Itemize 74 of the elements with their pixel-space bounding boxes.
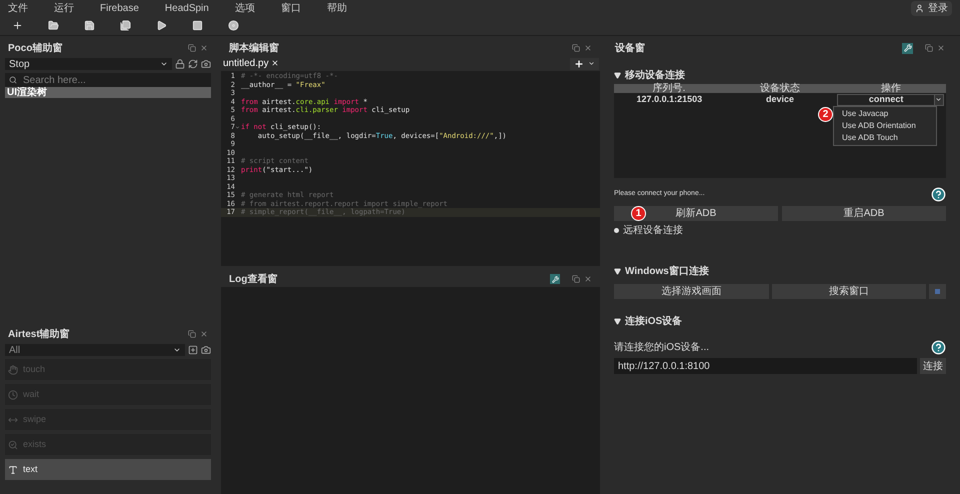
text-icon — [8, 464, 18, 474]
hand-icon — [8, 364, 18, 374]
float-icon[interactable] — [572, 44, 580, 52]
panel-title: Log查看窗 — [229, 272, 278, 286]
stop-icon[interactable] — [192, 20, 203, 31]
caret-icon — [588, 60, 595, 67]
section-title: 移动设备连接 — [625, 68, 685, 82]
caret-icon — [173, 346, 181, 354]
menu-item[interactable]: 窗口 — [280, 0, 301, 16]
collapse-icon[interactable] — [614, 268, 621, 274]
close-icon[interactable] — [270, 59, 279, 67]
lock-icon[interactable] — [175, 59, 185, 69]
help-icon[interactable] — [931, 340, 946, 354]
plus-icon — [574, 58, 584, 68]
login-button[interactable]: 登录 — [911, 0, 952, 16]
collapse-icon[interactable] — [614, 318, 621, 324]
menu-item[interactable]: 运行 — [54, 0, 74, 16]
panel-title: 脚本编辑窗 — [229, 42, 279, 56]
search-field[interactable]: Search here... — [5, 73, 211, 87]
menu-option[interactable]: Use ADB Touch — [834, 132, 936, 144]
connect-dropdown[interactable]: connect — [837, 94, 944, 106]
panel-title: Poco辅助窗 — [8, 42, 62, 56]
status-text: 请连接您的iOS设备... — [614, 340, 710, 354]
user-icon — [915, 4, 924, 12]
camera-icon[interactable] — [201, 59, 211, 69]
add-tab-button[interactable] — [570, 58, 599, 70]
caret-icon — [935, 96, 942, 104]
menu-item[interactable]: HeadSpin — [164, 0, 209, 16]
menu-item[interactable]: 选项 — [234, 0, 255, 16]
play-icon[interactable] — [156, 20, 167, 31]
floppy-icon[interactable] — [84, 20, 95, 31]
step-badge: 2 — [818, 107, 833, 122]
remote-connect-label[interactable]: 远程设备连接 — [623, 223, 683, 238]
refresh-icon[interactable] — [188, 59, 198, 69]
clock-icon — [8, 390, 18, 400]
add-image-icon[interactable] — [188, 345, 198, 355]
floppy-stack-icon[interactable] — [120, 20, 131, 31]
tools-icon[interactable] — [902, 42, 913, 54]
plus-icon[interactable] — [12, 20, 23, 31]
panel-title: Airtest辅助窗 — [8, 328, 70, 342]
section-title: Windows窗口连接 — [625, 264, 709, 278]
folder-icon[interactable] — [48, 20, 59, 31]
window-button[interactable]: 选择游戏画面 — [614, 284, 768, 299]
float-icon[interactable] — [925, 44, 933, 52]
menu-item[interactable]: Firebase — [100, 0, 139, 16]
menu-option[interactable]: Use ADB Orientation — [834, 120, 936, 132]
table-cell-text: device — [764, 93, 795, 106]
mode-dropdown[interactable]: Stop — [5, 58, 172, 70]
url-field[interactable]: http://127.0.0.1:8100 — [614, 358, 917, 374]
command-button[interactable]: text — [5, 459, 211, 480]
disc-icon[interactable] — [228, 20, 239, 31]
float-icon[interactable] — [188, 330, 196, 338]
menu-item[interactable]: 文件 — [8, 0, 28, 16]
tree-item[interactable]: UI渲染树 — [5, 87, 211, 98]
square-icon — [935, 289, 940, 294]
adb-button[interactable]: 重启ADB — [782, 206, 946, 221]
filter-icon[interactable] — [550, 274, 560, 284]
connect-button[interactable]: 连接 — [920, 358, 946, 374]
section-title: 连接iOS设备 — [625, 314, 682, 328]
float-icon[interactable] — [188, 44, 196, 52]
camera-icon[interactable] — [201, 345, 211, 355]
search-icon — [9, 76, 17, 84]
float-icon[interactable] — [572, 275, 580, 283]
caret-icon — [160, 60, 168, 68]
filter-dropdown[interactable]: All — [5, 344, 185, 356]
collapse-icon[interactable] — [614, 72, 621, 78]
window-button[interactable]: 搜索窗口 — [772, 284, 926, 299]
menu-item[interactable]: 帮助 — [326, 0, 347, 16]
search-check-icon — [8, 440, 18, 450]
panel-title: 设备窗 — [615, 42, 645, 56]
fold-icon[interactable] — [235, 124, 240, 130]
table-cell-text: 127.0.0.1:21503 — [636, 93, 704, 106]
menu-option[interactable]: Use Javacap — [834, 108, 936, 120]
help-icon[interactable] — [931, 186, 946, 202]
